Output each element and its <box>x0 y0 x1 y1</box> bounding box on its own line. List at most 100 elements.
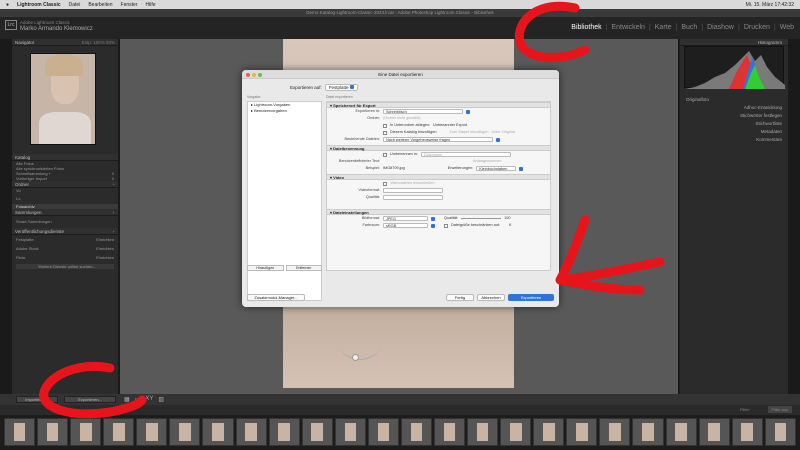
filmstrip-thumb[interactable] <box>500 418 532 446</box>
menu-bearbeiten[interactable]: Bearbeiten <box>88 2 112 8</box>
module-entwickeln[interactable]: Entwickeln <box>611 24 644 31</box>
rename-checkbox[interactable] <box>383 152 387 157</box>
grid-view-icon[interactable]: ▦ <box>124 396 130 403</box>
folder-row[interactable]: Vo <box>12 188 118 196</box>
plugin-manager-button[interactable]: Zusatzmodul-Manager... <box>247 294 305 301</box>
collections-header[interactable]: Sammlungen + <box>12 209 118 216</box>
keywording-header[interactable]: Stichwörter festlegen <box>680 112 788 120</box>
clock: Mi. 15. März 17:42:32 <box>745 1 794 8</box>
filmstrip-thumb[interactable] <box>434 418 466 446</box>
collection-row[interactable]: Smart-Sammlungen <box>12 216 118 228</box>
menu-datei[interactable]: Datei <box>69 2 81 8</box>
filmstrip-thumb[interactable] <box>731 418 763 446</box>
module-bibliothek[interactable]: Bibliothek <box>571 24 601 31</box>
preset-buttons: Hinzufügen Entfernen <box>247 265 322 271</box>
existing-files-select[interactable]: Nach weiterer Vorgehensweise fragen <box>383 137 493 142</box>
filmstrip-thumb[interactable] <box>400 418 433 446</box>
module-karte[interactable]: Karte <box>655 24 672 31</box>
filmstrip-thumb[interactable] <box>4 418 36 446</box>
filmstrip-thumb[interactable] <box>235 418 267 446</box>
window-title: Demo-Katalog-Lightroom-Classic-2023.lrca… <box>0 9 800 17</box>
publish-row[interactable]: Flickr Einrichten <box>12 253 118 262</box>
dialog-footer: Zusatzmodul-Manager... Fertig Abbrechen … <box>242 290 559 307</box>
filter-select[interactable]: Filter aus <box>767 406 792 413</box>
folders-header[interactable]: Ordner + <box>12 181 118 188</box>
histogram-header[interactable]: Histogramm <box>680 39 788 46</box>
navigator-header[interactable]: Navigator Einp. 100% 50% <box>12 39 118 46</box>
filmstrip-thumb[interactable] <box>136 418 168 446</box>
colorspace-select[interactable]: sRGB <box>383 223 428 228</box>
filmstrip-thumb[interactable] <box>334 418 366 446</box>
close-icon[interactable] <box>246 72 250 77</box>
publish-row[interactable]: Festplatte Einrichten <box>12 235 118 244</box>
filmstrip-thumb[interactable] <box>268 418 300 446</box>
metadata-header[interactable]: Metadaten <box>680 128 788 136</box>
quick-develop-header[interactable]: Adhoc-Entwicklung <box>680 104 788 112</box>
export-bottom-button[interactable]: Exportieren... <box>64 396 116 403</box>
filmstrip-thumb[interactable] <box>367 418 399 446</box>
limit-size-checkbox[interactable] <box>444 223 448 228</box>
remove-preset-button[interactable]: Entfernen <box>285 265 322 271</box>
filmstrip-thumb[interactable] <box>467 418 499 446</box>
catalog-header[interactable]: Katalog <box>12 154 118 161</box>
view-mode-icons: ▦ ▭ XY ▥ <box>124 396 164 403</box>
module-picker: Bibliothek | Entwickeln | Karte | Buch | Dia… <box>571 24 794 31</box>
lrc-logo: Lrc <box>5 20 17 30</box>
necklace <box>340 330 380 360</box>
export-button[interactable]: Exportieren <box>508 294 554 301</box>
publish-header[interactable]: Veröffentlichungsdienste + <box>12 228 118 235</box>
export-location-select[interactable]: Schreibtisch <box>383 109 463 114</box>
cancel-button[interactable]: Abbrechen <box>477 294 505 301</box>
menu-fenster[interactable]: Fenster <box>121 2 138 8</box>
toolbar <box>0 394 800 405</box>
filmstrip-thumb[interactable] <box>301 418 333 446</box>
keyword-list-header[interactable]: Stichwortliste <box>680 120 788 128</box>
loupe-view-icon[interactable]: ▭ <box>135 396 141 403</box>
export-dialog: Eine Datei exportieren Exportieren auf: … <box>242 70 559 307</box>
add-to-catalog-checkbox[interactable] <box>383 130 387 135</box>
mac-menubar: ● Lightroom Classic Datei Bearbeiten Fen… <box>0 0 800 9</box>
extensions-select[interactable]: Kleinbuchstaben <box>476 166 517 171</box>
done-button[interactable]: Fertig <box>446 294 474 301</box>
survey-view-icon[interactable]: ▥ <box>158 396 164 403</box>
filmstrip-thumb[interactable] <box>599 418 631 446</box>
minimize-icon[interactable] <box>252 72 256 77</box>
filmstrip-thumb[interactable] <box>632 418 664 446</box>
original-photo-label: Originalfoto <box>686 97 710 102</box>
filmstrip-thumb[interactable] <box>665 418 697 446</box>
preset-folder[interactable]: ▸ Benutzervorgaben <box>248 108 321 114</box>
module-diashow[interactable]: Diashow <box>707 24 734 31</box>
filmstrip-thumb[interactable] <box>169 418 201 446</box>
more-services-button[interactable]: Weitere Dienste online suchen... <box>16 264 114 269</box>
import-button[interactable]: Importieren... <box>16 396 58 403</box>
filmstrip-thumb[interactable] <box>103 418 135 446</box>
export-to-select[interactable]: Festplatte <box>324 83 358 91</box>
quality-value[interactable]: 100 <box>504 215 510 222</box>
folder-row[interactable]: Lo <box>12 196 118 204</box>
filmstrip-thumb[interactable] <box>533 418 565 446</box>
add-preset-button[interactable]: Hinzufügen <box>247 265 284 271</box>
compare-view-icon[interactable]: XY <box>145 396 153 403</box>
module-drucken[interactable]: Drucken <box>744 24 770 31</box>
menu-app-name[interactable]: Lightroom Classic <box>17 2 61 8</box>
export-to-label: Exportieren auf: <box>290 84 322 90</box>
apple-icon[interactable]: ● <box>6 2 9 8</box>
subfolder-checkbox[interactable] <box>383 123 387 128</box>
subfolder-field[interactable]: Unbenannter Export <box>433 122 467 129</box>
menu-hilfe[interactable]: Hilfe <box>145 2 155 8</box>
publish-row[interactable]: Adobe Stock Einrichten <box>12 244 118 253</box>
image-format-select[interactable]: JPEG <box>383 216 428 221</box>
filmstrip-thumb[interactable] <box>764 418 796 446</box>
identity-plate: Adobe Lightroom Classic Marko Armando Kl… <box>20 20 93 32</box>
module-web[interactable]: Web <box>780 24 794 31</box>
filmstrip-thumb[interactable] <box>202 418 234 446</box>
zoom-icon[interactable] <box>258 72 262 77</box>
filmstrip-thumb[interactable] <box>698 418 730 446</box>
navigator-preview[interactable] <box>30 53 96 145</box>
filmstrip-thumb[interactable] <box>37 418 69 446</box>
comments-header[interactable]: Kommentare <box>680 136 788 144</box>
module-buch[interactable]: Buch <box>681 24 697 31</box>
filmstrip-thumb[interactable] <box>70 418 102 446</box>
filmstrip-thumb[interactable] <box>566 418 598 446</box>
right-panel: Histogramm Originalfoto Adhoc-Entwicklun… <box>680 39 788 394</box>
